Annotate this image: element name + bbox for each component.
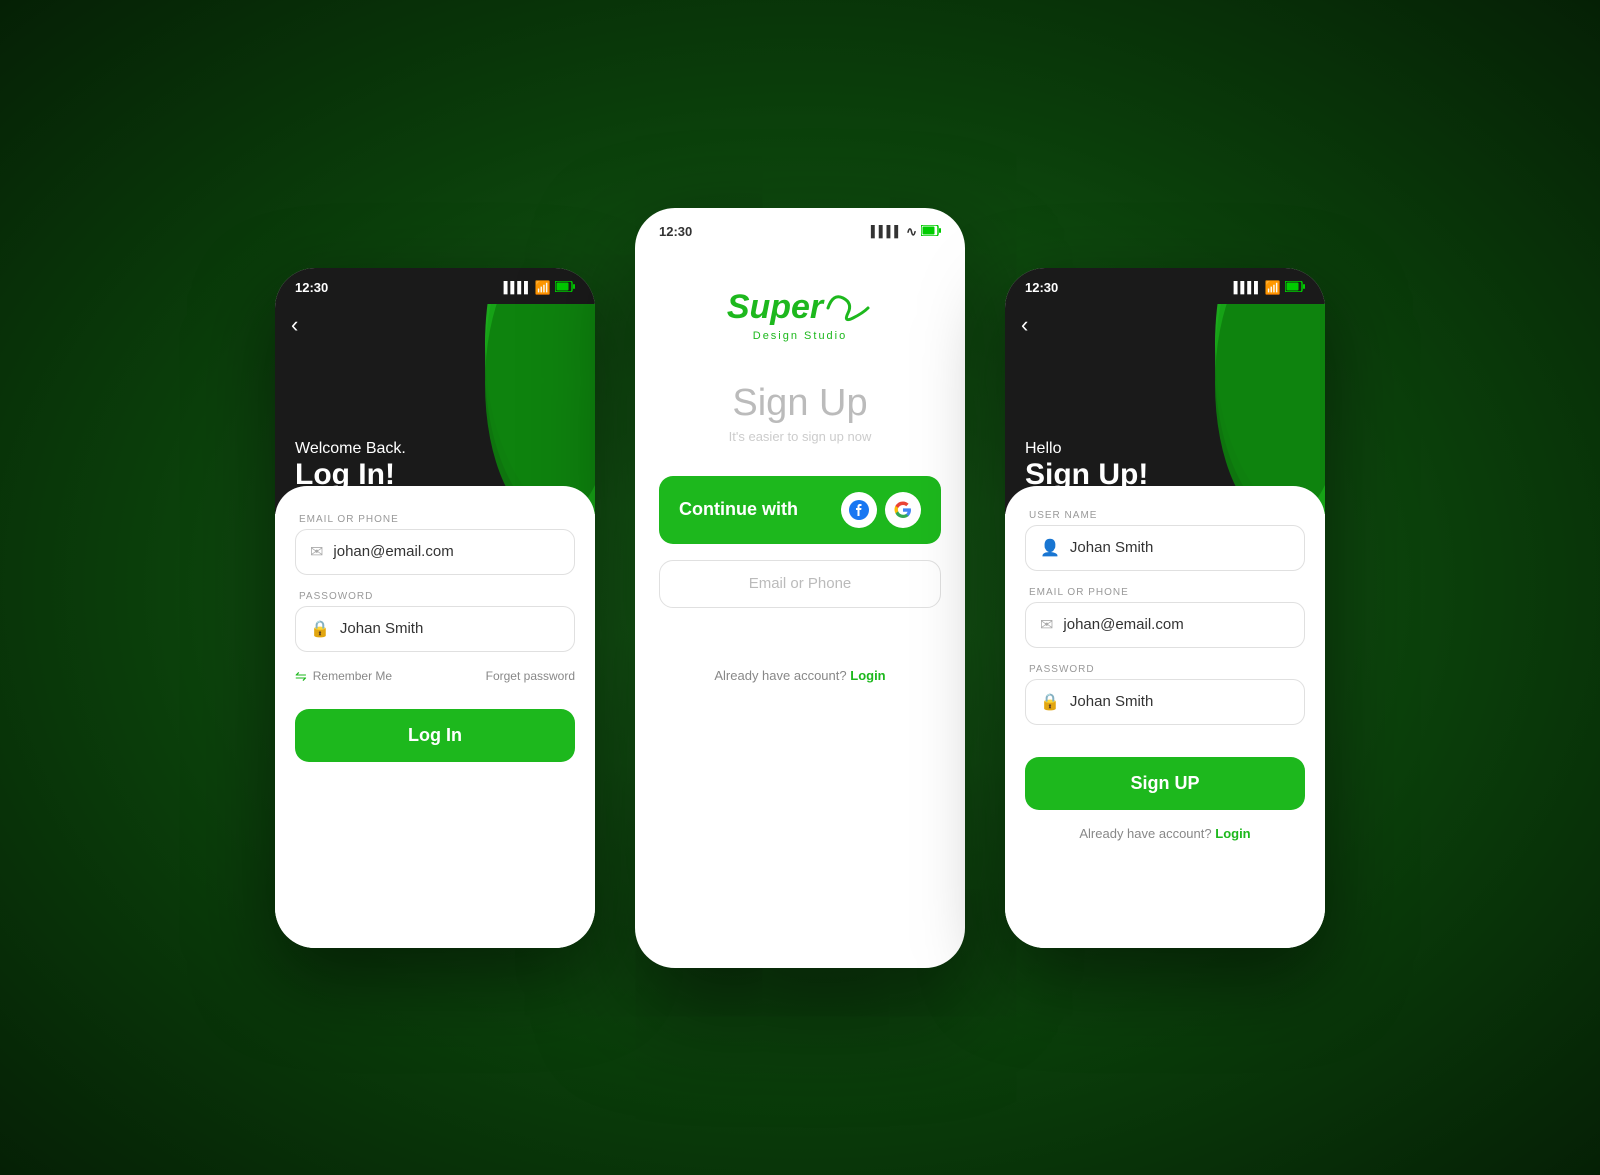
continue-btn[interactable]: Continue with (659, 476, 941, 544)
right-subtitle: Hello (1025, 440, 1148, 458)
continue-label: Continue with (679, 499, 798, 520)
right-email-label: EMAIL OR PHONE (1025, 587, 1305, 598)
password-value: Johan Smith (340, 620, 423, 637)
right-header-text: Hello Sign Up! (1025, 440, 1148, 492)
right-status-icons: ▌▌▌▌ 📶 (1234, 280, 1305, 296)
center-logo-area: Super Design Studio (635, 248, 965, 362)
social-icons-group (841, 492, 921, 528)
email-phone-btn[interactable]: Email or Phone (659, 560, 941, 608)
right-battery (1285, 280, 1305, 295)
center-already-account: Already have account? Login (659, 668, 941, 683)
password-group: PASSOWORD 🔒 Johan Smith (295, 591, 575, 652)
left-time: 12:30 (295, 280, 328, 295)
left-status-bar: 12:30 ▌▌▌▌ 📶 (275, 268, 595, 304)
facebook-icon[interactable] (841, 492, 877, 528)
google-icon[interactable] (885, 492, 921, 528)
center-phone: 12:30 ▌▌▌▌ ∿ Super Design Studio Sign Up… (635, 208, 965, 968)
right-signal-icon: ▌▌▌▌ (1234, 282, 1261, 294)
right-email-input-field[interactable]: ✉ johan@email.com (1025, 602, 1305, 648)
right-already-account: Already have account? Login (1025, 826, 1305, 841)
logo-subtitle: Design Studio (655, 330, 945, 342)
right-email-value: johan@email.com (1063, 616, 1183, 633)
right-password-input-field[interactable]: 🔒 Johan Smith (1025, 679, 1305, 725)
right-lock-icon: 🔒 (1040, 692, 1060, 712)
right-header: ‹ Hello Sign Up! (1005, 304, 1325, 514)
left-phone: 12:30 ▌▌▌▌ 📶 ‹ Welcome Back. Log (275, 268, 595, 948)
center-battery (921, 224, 941, 239)
logo-container: Super (655, 288, 945, 328)
right-email-icon: ✉ (1040, 615, 1053, 635)
center-already-text: Already have account? (714, 668, 846, 683)
password-label: PASSOWORD (295, 591, 575, 602)
center-status-icons: ▌▌▌▌ ∿ (871, 224, 941, 240)
right-wave-svg (1135, 304, 1325, 514)
email-phone-label: Email or Phone (749, 575, 852, 592)
right-title: Sign Up! (1025, 458, 1148, 492)
login-button[interactable]: Log In (295, 709, 575, 762)
remember-me[interactable]: ⇋ Remember Me (295, 668, 392, 685)
left-subtitle: Welcome Back. (295, 440, 406, 458)
center-status-bar: 12:30 ▌▌▌▌ ∿ (635, 208, 965, 248)
left-back-btn[interactable]: ‹ (291, 312, 298, 338)
logo-super: Super (727, 288, 823, 327)
center-time: 12:30 (659, 224, 692, 239)
password-input-field[interactable]: 🔒 Johan Smith (295, 606, 575, 652)
left-header: ‹ Welcome Back. Log In! (275, 304, 595, 514)
left-wave-svg (405, 304, 595, 514)
wifi-icon: 📶 (535, 280, 551, 296)
right-wifi-icon: 📶 (1265, 280, 1281, 296)
right-email-group: EMAIL OR PHONE ✉ johan@email.com (1025, 587, 1305, 648)
center-wifi-icon: ∿ (906, 224, 917, 240)
username-group: USER NAME 👤 Johan Smith (1025, 510, 1305, 571)
username-input-field[interactable]: 👤 Johan Smith (1025, 525, 1305, 571)
center-signup-sub: It's easier to sign up now (635, 429, 965, 444)
username-label: USER NAME (1025, 510, 1305, 521)
center-content: Continue with (635, 452, 965, 707)
left-title: Log In! (295, 458, 406, 492)
right-password-value: Johan Smith (1070, 693, 1153, 710)
toggle-icon: ⇋ (295, 668, 307, 685)
options-row: ⇋ Remember Me Forget password (295, 668, 575, 685)
right-login-link[interactable]: Login (1215, 826, 1250, 841)
center-signup-title: Sign Up (635, 382, 965, 425)
remember-label: Remember Me (313, 669, 392, 683)
right-content: USER NAME 👤 Johan Smith EMAIL OR PHONE ✉… (1005, 486, 1325, 948)
signal-icon: ▌▌▌▌ (504, 282, 531, 294)
right-already-text: Already have account? (1079, 826, 1211, 841)
user-icon: 👤 (1040, 538, 1060, 558)
signup-button[interactable]: Sign UP (1025, 757, 1305, 810)
username-value: Johan Smith (1070, 539, 1153, 556)
right-password-group: PASSWORD 🔒 Johan Smith (1025, 664, 1305, 725)
email-input-field[interactable]: ✉ johan@email.com (295, 529, 575, 575)
right-phone: 12:30 ▌▌▌▌ 📶 ‹ Hello Sign Up! (1005, 268, 1325, 948)
left-header-text: Welcome Back. Log In! (295, 440, 406, 492)
left-status-icons: ▌▌▌▌ 📶 (504, 280, 575, 296)
email-group: EMAIL OR PHONE ✉ johan@email.com (295, 514, 575, 575)
email-icon: ✉ (310, 542, 323, 562)
left-content: EMAIL OR PHONE ✉ johan@email.com PASSOWO… (275, 486, 595, 948)
forget-password[interactable]: Forget password (486, 669, 575, 683)
email-value: johan@email.com (333, 543, 453, 560)
right-back-btn[interactable]: ‹ (1021, 312, 1028, 338)
right-password-label: PASSWORD (1025, 664, 1305, 675)
email-label: EMAIL OR PHONE (295, 514, 575, 525)
logo-swoosh-svg (823, 288, 873, 328)
right-time: 12:30 (1025, 280, 1058, 295)
center-signal-icon: ▌▌▌▌ (871, 226, 902, 238)
battery-container (555, 280, 575, 295)
lock-icon: 🔒 (310, 619, 330, 639)
center-signup-title-area: Sign Up It's easier to sign up now (635, 382, 965, 444)
right-status-bar: 12:30 ▌▌▌▌ 📶 (1005, 268, 1325, 304)
center-login-link[interactable]: Login (850, 668, 885, 683)
